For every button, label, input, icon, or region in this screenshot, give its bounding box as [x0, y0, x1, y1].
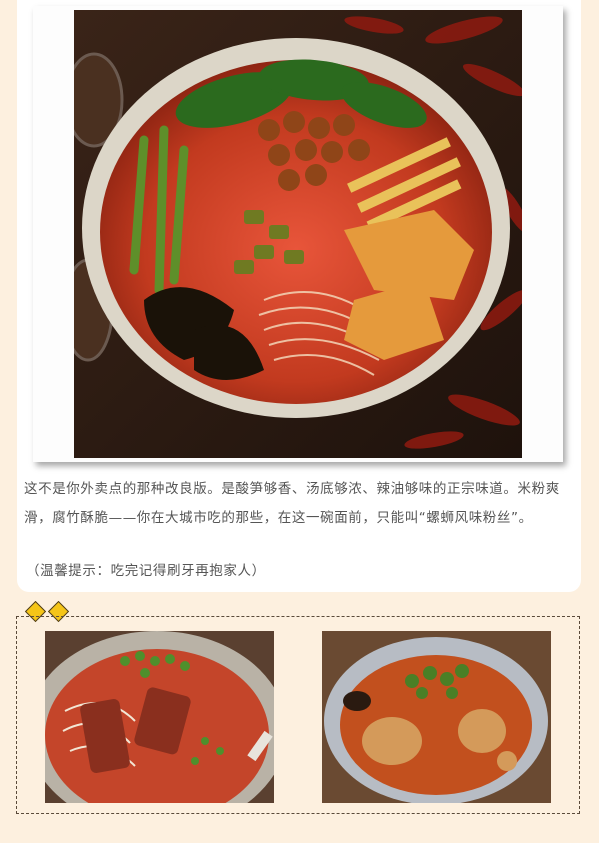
foil-bowl-noodle-image [322, 631, 551, 803]
beef-rice-noodle-image [45, 631, 274, 803]
article-caption: 这不是你外卖点的那种改良版。是酸笋够香、汤底够浓、辣油够味的正宗味道。米粉爽滑，… [24, 481, 560, 526]
luosifen-bowl-image [74, 10, 522, 458]
warm-tip-text: （温馨提示：吃完记得刷牙再抱家人） [26, 563, 266, 579]
hero-photo-frame [33, 6, 563, 462]
